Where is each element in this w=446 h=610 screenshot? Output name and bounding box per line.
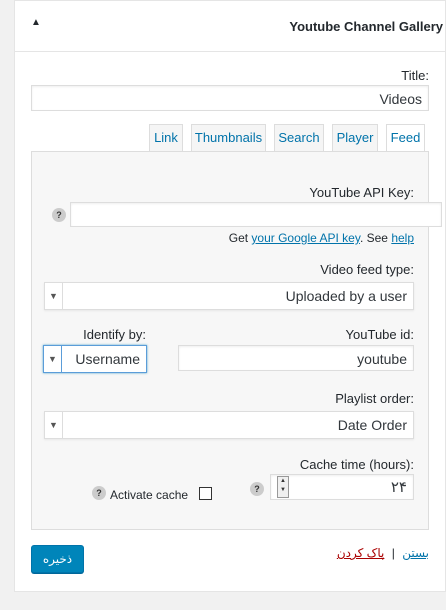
chevron-down-icon: ▼ — [45, 412, 63, 438]
youtube-id-input[interactable]: youtube — [178, 345, 414, 371]
playlist-order-value: Date Order — [337, 417, 407, 433]
api-help-prefix: Get — [228, 231, 249, 245]
api-key-help-icon[interactable]: ? — [52, 208, 66, 222]
chevron-down-icon: ▼ — [44, 346, 62, 372]
widget-panel: ▲ Youtube Channel Gallery :Title Videos … — [14, 0, 446, 592]
chevron-down-icon: ▼ — [45, 283, 63, 309]
tab-search[interactable]: Search — [274, 124, 324, 152]
tab-player[interactable]: Player — [332, 124, 378, 152]
feed-type-select[interactable]: ▼ Uploaded by a user — [44, 282, 414, 310]
title-label: :Title — [401, 68, 429, 83]
title-input[interactable]: Videos — [31, 85, 429, 111]
playlist-order-select[interactable]: ▼ Date Order — [44, 411, 414, 439]
help-link[interactable]: help — [391, 231, 414, 245]
api-key-help-text: Get your Google API key. See help — [229, 231, 414, 245]
feed-panel: :YouTube API Key ? Get your Google API k… — [31, 151, 442, 530]
save-button[interactable]: ذخیره — [31, 545, 84, 573]
identify-by-label: :Identify by — [83, 327, 146, 342]
tab-thumbnails[interactable]: Thumbnails — [191, 124, 266, 152]
playlist-order-label: :Playlist order — [335, 391, 414, 406]
google-api-key-link[interactable]: your Google API key — [251, 231, 360, 245]
activate-cache-help-icon[interactable]: ? — [92, 486, 106, 500]
api-key-label: :YouTube API Key — [309, 185, 414, 200]
cache-time-help-icon[interactable]: ? — [250, 482, 264, 496]
widget-title: Youtube Channel Gallery — [289, 19, 443, 34]
widget-header[interactable]: ▲ Youtube Channel Gallery — [15, 1, 445, 52]
footer-separator: | — [391, 546, 395, 560]
feed-type-label: :Video feed type — [320, 262, 414, 277]
activate-cache-checkbox[interactable] — [199, 487, 212, 500]
activate-cache-label: Activate cache — [110, 488, 189, 502]
api-key-input[interactable] — [70, 202, 442, 227]
cache-time-label: :Cache time (hours) — [299, 457, 414, 472]
delete-link[interactable]: پاک کردن — [337, 546, 385, 560]
tab-feed[interactable]: Feed — [386, 124, 425, 153]
api-help-middle: . See — [359, 231, 388, 245]
tab-bar: Link Thumbnails Search Player Feed — [29, 124, 429, 153]
identify-by-value: Username — [75, 351, 140, 367]
cache-time-spinner[interactable]: ▲ ▼ — [277, 476, 289, 498]
youtube-id-label: :YouTube id — [345, 327, 414, 342]
tab-link[interactable]: Link — [149, 124, 183, 152]
feed-type-value: Uploaded by a user — [285, 288, 407, 304]
cache-time-input[interactable]: ۲۴ — [270, 474, 414, 500]
collapse-arrow-icon[interactable]: ▲ — [31, 17, 41, 28]
identify-by-select[interactable]: ▼ Username — [43, 345, 147, 373]
widget-footer-links: بستن | پاک کردن — [337, 546, 429, 560]
close-link[interactable]: بستن — [402, 546, 429, 560]
